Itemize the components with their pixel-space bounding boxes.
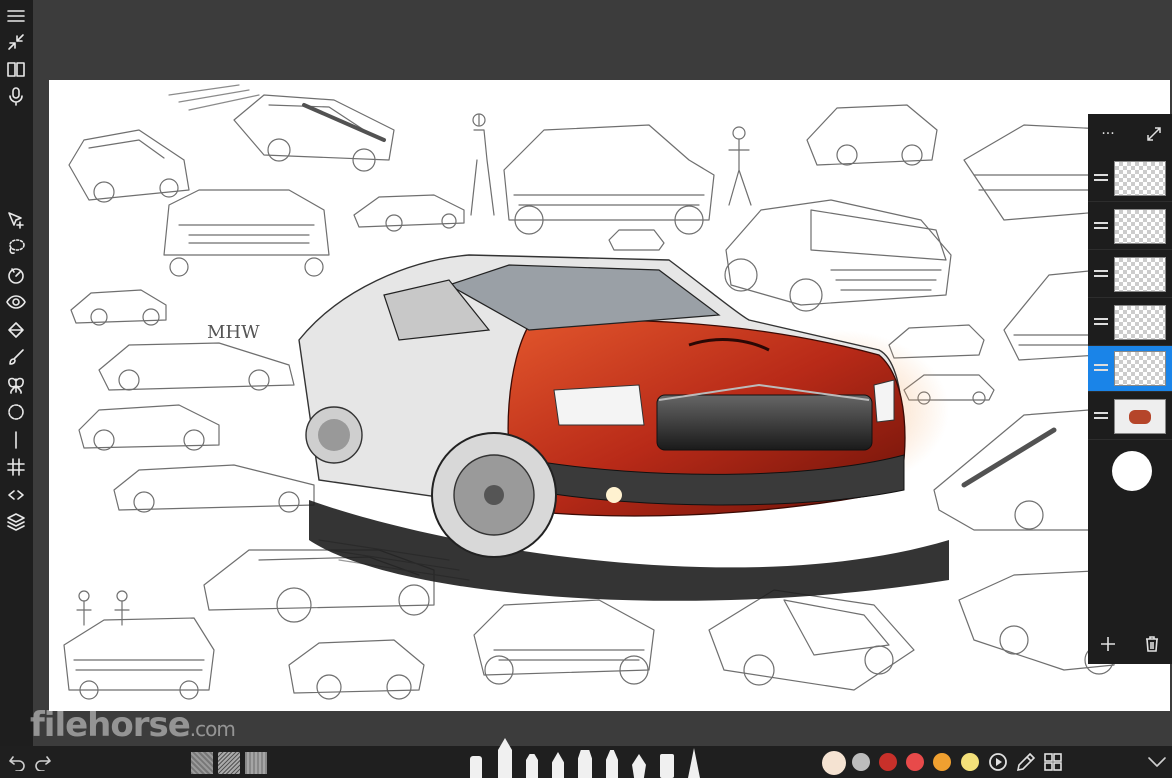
watermark-suffix: .com	[189, 717, 236, 741]
book-icon[interactable]	[4, 57, 28, 81]
ruler-icon[interactable]	[4, 263, 28, 287]
mic-icon[interactable]	[4, 84, 28, 108]
smudge-brush-icon[interactable]	[688, 748, 700, 778]
current-color-swatch[interactable]	[1112, 451, 1152, 491]
drag-handle-icon[interactable]	[1094, 171, 1108, 185]
more-options-icon[interactable]: ···	[1096, 122, 1120, 146]
layers-panel: ···	[1088, 114, 1172, 664]
color-swatch-1[interactable]	[822, 751, 846, 775]
spray-brush-icon[interactable]	[660, 754, 674, 778]
watermark-brand: filehorse	[30, 705, 191, 745]
layer-row[interactable]	[1088, 156, 1172, 202]
fineliner-brush-icon[interactable]	[606, 750, 618, 778]
eyedropper-icon[interactable]	[1016, 752, 1036, 772]
expand-icon[interactable]	[1142, 122, 1166, 146]
layer-thumbnail	[1114, 305, 1166, 340]
grid-icon[interactable]	[4, 455, 28, 479]
menu-icon[interactable]	[4, 4, 28, 28]
flip-icon[interactable]	[4, 483, 28, 507]
layers-icon[interactable]	[4, 510, 28, 534]
pen-brush-icon[interactable]	[552, 752, 564, 778]
shrink-icon[interactable]	[4, 30, 28, 54]
artist-signature: MHW	[207, 322, 260, 343]
undo-icon[interactable]	[6, 750, 28, 774]
chevron-down-icon[interactable]	[1145, 750, 1169, 774]
color-swatch-6[interactable]	[961, 753, 979, 771]
texture-swatch[interactable]	[191, 752, 213, 774]
watermark: filehorse.com	[30, 705, 236, 745]
layer-row[interactable]	[1088, 394, 1172, 440]
redo-icon[interactable]	[32, 750, 54, 774]
drag-handle-icon[interactable]	[1094, 219, 1108, 233]
select-transform-icon[interactable]	[4, 208, 28, 232]
add-layer-icon[interactable]	[1096, 632, 1120, 656]
palette-grid-icon[interactable]	[1043, 752, 1063, 772]
main-red-car	[298, 254, 949, 601]
layer-thumbnail	[1114, 257, 1166, 292]
trash-icon[interactable]	[1140, 632, 1164, 656]
color-wheel-icon[interactable]	[988, 752, 1008, 772]
layer-row-selected[interactable]	[1088, 346, 1172, 392]
lasso-icon[interactable]	[4, 235, 28, 259]
brush-selector	[466, 736, 706, 778]
drag-handle-icon[interactable]	[1094, 361, 1108, 375]
layer-thumbnail	[1114, 209, 1166, 244]
marker-brush-icon[interactable]	[498, 738, 512, 778]
drawing-canvas[interactable]: MHW	[49, 80, 1170, 711]
layer-thumbnail	[1114, 351, 1166, 386]
line-icon[interactable]	[4, 428, 28, 452]
crayon-brush-icon[interactable]	[578, 750, 592, 778]
texture-swatch[interactable]	[218, 752, 240, 774]
pencil-brush-icon[interactable]	[470, 756, 482, 778]
drag-handle-icon[interactable]	[1094, 267, 1108, 281]
color-swatch-2[interactable]	[852, 753, 870, 771]
symmetry-icon[interactable]	[4, 373, 28, 397]
color-swatch-3[interactable]	[879, 753, 897, 771]
airbrush-icon[interactable]	[526, 754, 538, 778]
drag-handle-icon[interactable]	[1094, 409, 1108, 423]
ink-pen-icon[interactable]	[632, 754, 646, 778]
texture-swatch[interactable]	[245, 752, 267, 774]
drag-handle-icon[interactable]	[1094, 315, 1108, 329]
app-window: MHW ··· filehorse.com	[0, 0, 1172, 778]
sketch-artwork: MHW	[63, 84, 1134, 700]
eye-icon[interactable]	[4, 290, 28, 314]
layer-thumbnail	[1114, 161, 1166, 196]
brush-icon[interactable]	[4, 345, 28, 369]
layer-row[interactable]	[1088, 204, 1172, 250]
fill-icon[interactable]	[4, 318, 28, 342]
layer-row[interactable]	[1088, 252, 1172, 298]
guide-circle-icon[interactable]	[4, 400, 28, 424]
color-swatch-5[interactable]	[933, 753, 951, 771]
color-swatch-4[interactable]	[906, 753, 924, 771]
layer-thumbnail	[1114, 399, 1166, 434]
layer-row[interactable]	[1088, 300, 1172, 346]
left-toolbar	[0, 0, 33, 746]
